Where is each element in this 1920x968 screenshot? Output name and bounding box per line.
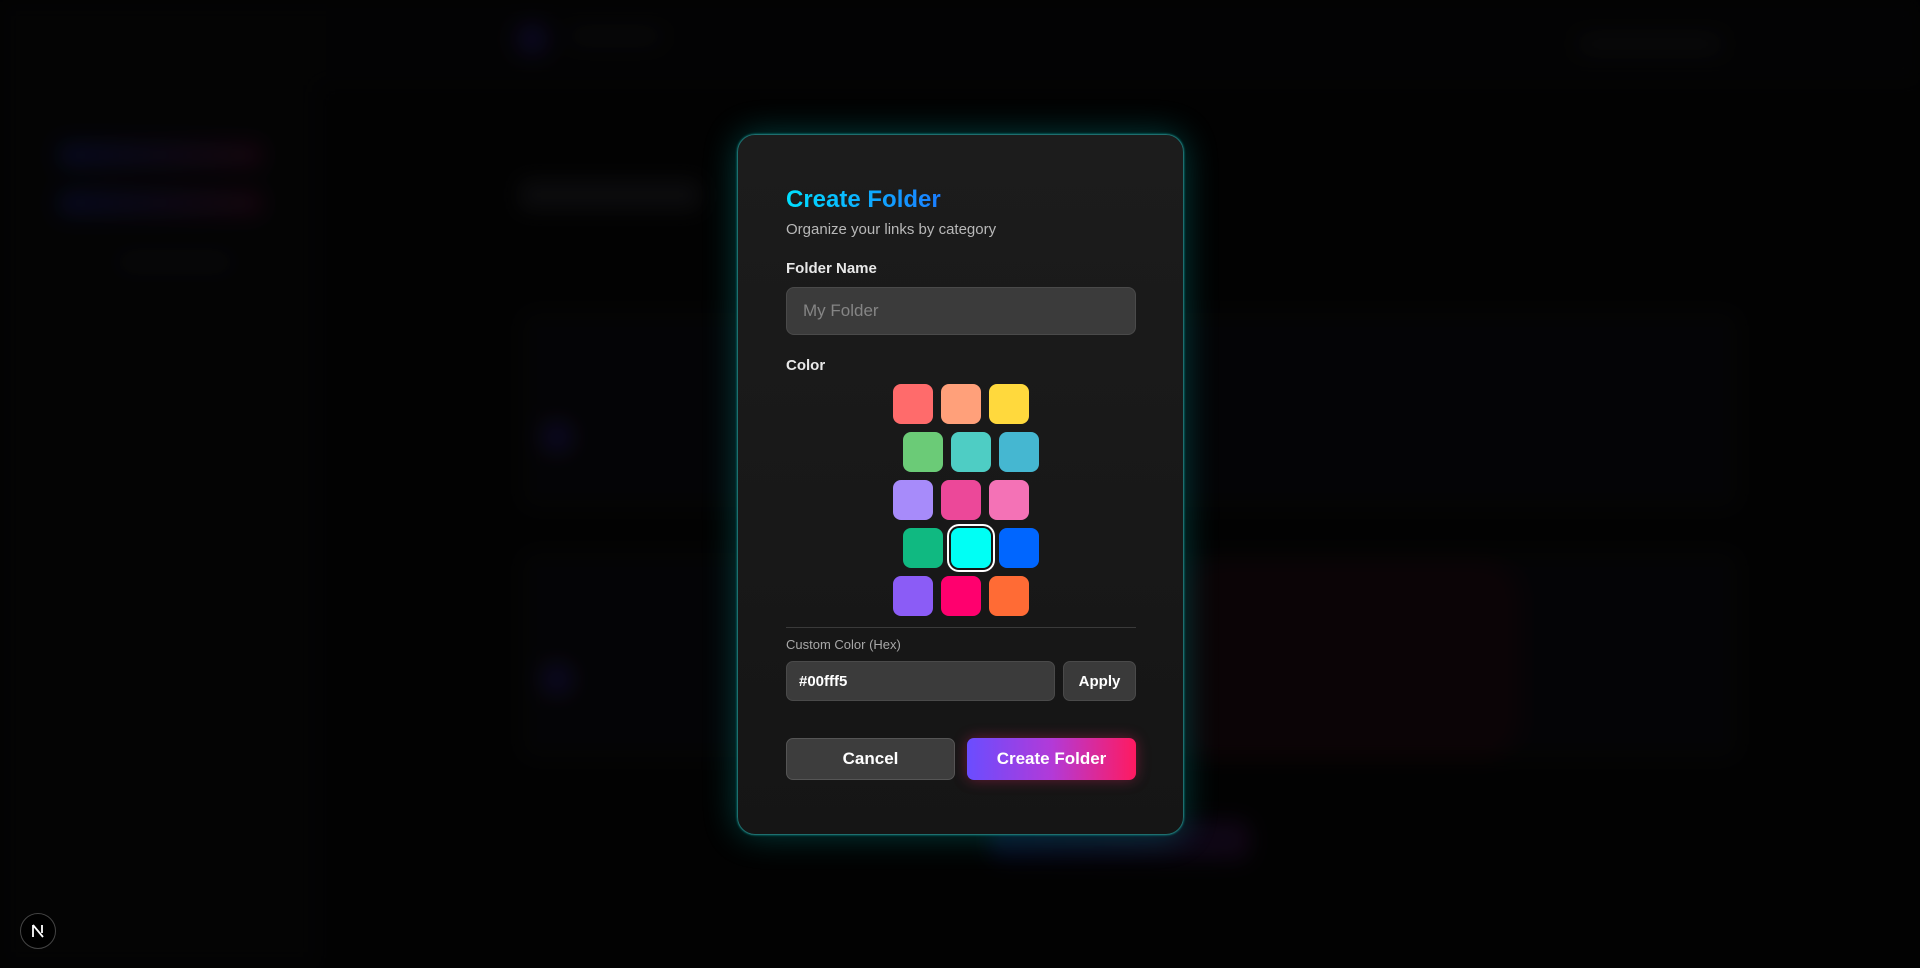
color-swatch[interactable] [941,384,981,424]
color-swatch[interactable] [951,432,991,472]
apply-hex-button[interactable]: Apply [1063,661,1136,701]
nextjs-n-glyph [32,924,44,938]
folder-name-label: Folder Name [786,260,877,277]
cancel-button[interactable]: Cancel [786,738,955,780]
color-swatch[interactable] [989,576,1029,616]
color-swatch[interactable] [941,576,981,616]
create-folder-button[interactable]: Create Folder [967,738,1136,780]
divider [786,627,1136,628]
dialog-actions: Cancel Create Folder [786,738,1136,780]
color-swatch[interactable] [893,384,933,424]
color-swatch[interactable] [893,480,933,520]
nextjs-logo-icon[interactable] [20,913,56,949]
color-swatch[interactable] [941,480,981,520]
color-swatch[interactable] [951,528,991,568]
color-label: Color [786,357,826,374]
color-swatch[interactable] [989,480,1029,520]
color-swatch[interactable] [903,432,943,472]
custom-hex-input[interactable] [786,661,1055,701]
color-swatch[interactable] [999,432,1039,472]
dialog-subtitle: Organize your links by category [786,221,997,238]
color-swatch[interactable] [903,528,943,568]
color-swatch[interactable] [999,528,1039,568]
custom-hex-label: Custom Color (Hex) [786,637,901,652]
dialog-title: Create Folder [786,186,941,213]
color-swatch[interactable] [893,576,933,616]
color-swatch[interactable] [989,384,1029,424]
color-swatch-grid [786,384,1136,624]
create-folder-dialog: Create Folder Organize your links by cat… [737,134,1184,835]
custom-hex-row: Apply [786,661,1136,701]
folder-name-input[interactable] [786,287,1136,335]
